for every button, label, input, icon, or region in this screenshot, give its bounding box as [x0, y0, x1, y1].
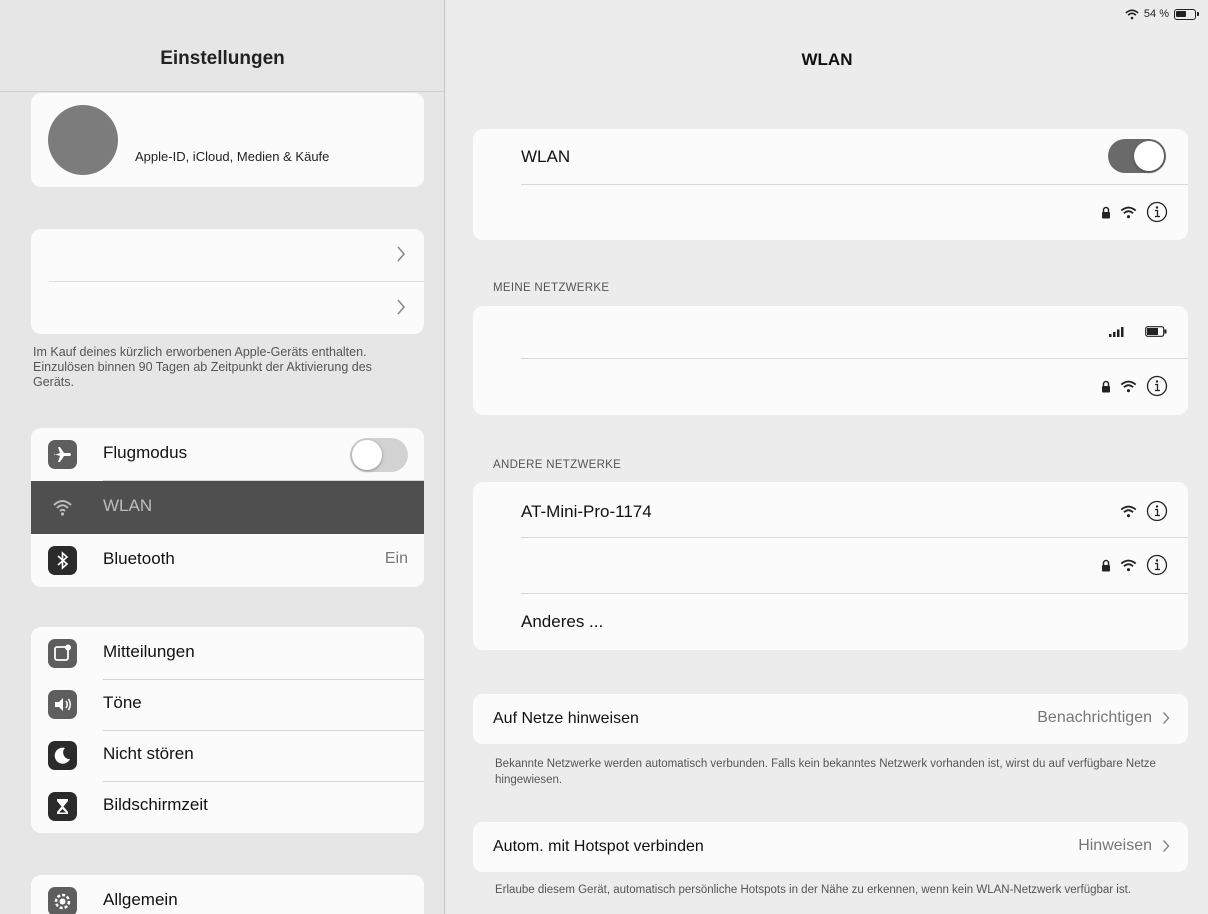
- network-status-icons: [1101, 201, 1168, 223]
- chevron-right-icon: [397, 246, 406, 262]
- connectivity-group: Flugmodus WLAN Bluetooth Ein: [31, 428, 424, 587]
- wifi-icon: [1120, 206, 1137, 218]
- page-title: WLAN: [801, 50, 853, 69]
- ask-to-join-value-group: Benachrichtigen: [1037, 709, 1170, 727]
- connected-network-row[interactable]: [473, 185, 1188, 240]
- auto-hotspot-value-group: Hinweisen: [1078, 837, 1170, 855]
- sidebar-item-label: Töne: [103, 693, 142, 712]
- bluetooth-icon: [48, 546, 77, 575]
- promo-row-1[interactable]: [31, 229, 424, 281]
- sidebar-item-label: Allgemein: [103, 890, 178, 909]
- auto-hotspot-footer: Erlaube diesem Gerät, automatisch persön…: [495, 884, 1131, 896]
- sidebar-item-airplane-mode[interactable]: Flugmodus: [31, 428, 424, 481]
- wifi-status-icon: [1125, 9, 1139, 19]
- moon-icon: [48, 741, 77, 770]
- sidebar-item-do-not-disturb[interactable]: Nicht stören: [31, 729, 424, 782]
- promo-card: [31, 229, 424, 334]
- promo-note: Im Kauf deines kürzlich erworbenen Apple…: [33, 345, 372, 389]
- lock-icon: [1102, 380, 1110, 392]
- ask-to-join-value: Benachrichtigen: [1037, 709, 1152, 726]
- battery-icon: [1174, 8, 1199, 20]
- ask-to-join-label: Auf Netze hinweisen: [493, 710, 639, 727]
- sidebar-item-wlan[interactable]: WLAN: [31, 481, 424, 534]
- saved-network-row[interactable]: [473, 359, 1188, 415]
- sidebar-item-label: Bluetooth: [103, 549, 175, 568]
- info-icon[interactable]: [1146, 201, 1168, 223]
- sidebar-item-label: Flugmodus: [103, 443, 188, 462]
- chevron-right-icon: [397, 299, 406, 315]
- info-icon[interactable]: [1146, 554, 1168, 576]
- other-network-row[interactable]: Anderes ...: [473, 594, 1188, 650]
- auto-hotspot-value: Hinweisen: [1078, 837, 1152, 854]
- general-group: Allgemein: [31, 875, 424, 914]
- sidebar-item-bluetooth[interactable]: Bluetooth Ein: [31, 534, 424, 587]
- ask-to-join-row[interactable]: Auf Netze hinweisen Benachrichtigen: [473, 694, 1188, 744]
- lock-icon: [1102, 559, 1110, 571]
- notifications-icon: [48, 639, 77, 668]
- wlan-toggle-label: WLAN: [521, 147, 571, 166]
- apple-account-card[interactable]: Apple-ID, iCloud, Medien & Käufe: [31, 93, 424, 187]
- chevron-right-icon: [1162, 711, 1170, 725]
- ask-to-join-footer: Bekannte Netzwerke werden automatisch ve…: [495, 758, 1156, 786]
- sidebar-item-notifications[interactable]: Mitteilungen: [31, 627, 424, 680]
- lock-icon: [1102, 206, 1110, 218]
- sidebar-title: Einstellungen: [160, 48, 285, 69]
- avatar[interactable]: [48, 105, 118, 175]
- gear-icon: [48, 887, 77, 914]
- wlan-toggle-card: WLAN: [473, 129, 1188, 240]
- sidebar-item-general[interactable]: Allgemein: [31, 875, 424, 914]
- status-bar: 54 %: [1125, 8, 1199, 20]
- info-icon[interactable]: [1146, 375, 1168, 397]
- wifi-icon: [48, 493, 77, 522]
- other-network-label: Anderes ...: [521, 612, 604, 631]
- wlan-toggle[interactable]: [1108, 139, 1166, 173]
- cellular-signal-icon: [1109, 326, 1124, 337]
- auto-hotspot-row[interactable]: Autom. mit Hotspot verbinden Hinweisen: [473, 822, 1188, 872]
- network-name: AT-Mini-Pro-1174: [521, 502, 652, 521]
- network-status-icons: [1101, 554, 1168, 576]
- my-networks-card: [473, 306, 1188, 415]
- sidebar-item-screen-time[interactable]: Bildschirmzeit: [31, 780, 424, 833]
- sidebar-item-label: WLAN: [103, 496, 153, 515]
- network-status-icons: [1101, 375, 1168, 397]
- sidebar-item-sounds[interactable]: Töne: [31, 678, 424, 731]
- sidebar-divider: [0, 91, 444, 92]
- wifi-icon: [1120, 505, 1137, 517]
- wifi-icon: [1120, 380, 1137, 392]
- network-status-icons: [1120, 500, 1168, 522]
- sidebar-item-label: Bildschirmzeit: [103, 795, 208, 814]
- sounds-icon: [48, 690, 77, 719]
- personal-hotspot-row[interactable]: [473, 306, 1188, 359]
- other-networks-header: ANDERE NETZWERKE: [493, 459, 622, 471]
- airplane-icon: [48, 440, 77, 469]
- wifi-icon: [1120, 559, 1137, 571]
- airplane-mode-toggle[interactable]: [350, 438, 408, 472]
- chevron-right-icon: [1162, 839, 1170, 853]
- battery-icon: [1145, 326, 1167, 337]
- wlan-detail-pane: 54 % WLAN WLAN MEINE NETZWERKE ANDERE NE…: [446, 0, 1208, 914]
- apple-account-label: Apple-ID, iCloud, Medien & Käufe: [135, 149, 330, 164]
- promo-row-2[interactable]: [31, 282, 424, 334]
- notifications-group: Mitteilungen Töne Nicht stören Bildschir…: [31, 627, 424, 833]
- wlan-toggle-row: WLAN: [473, 129, 1188, 185]
- settings-sidebar: Einstellungen Apple-ID, iCloud, Medien &…: [0, 0, 445, 914]
- auto-hotspot-label: Autom. mit Hotspot verbinden: [493, 838, 704, 855]
- network-row[interactable]: [473, 538, 1188, 594]
- other-networks-card: AT-Mini-Pro-1174 Anderes ...: [473, 482, 1188, 650]
- sidebar-item-label: Nicht stören: [103, 744, 194, 763]
- bluetooth-status: Ein: [384, 550, 408, 567]
- hotspot-status-icons: [1109, 326, 1168, 337]
- my-networks-header: MEINE NETZWERKE: [493, 282, 610, 294]
- info-icon[interactable]: [1146, 500, 1168, 522]
- network-row[interactable]: AT-Mini-Pro-1174: [473, 482, 1188, 538]
- sidebar-item-label: Mitteilungen: [103, 642, 195, 661]
- hourglass-icon: [48, 792, 77, 821]
- battery-percent: 54 %: [1143, 8, 1169, 20]
